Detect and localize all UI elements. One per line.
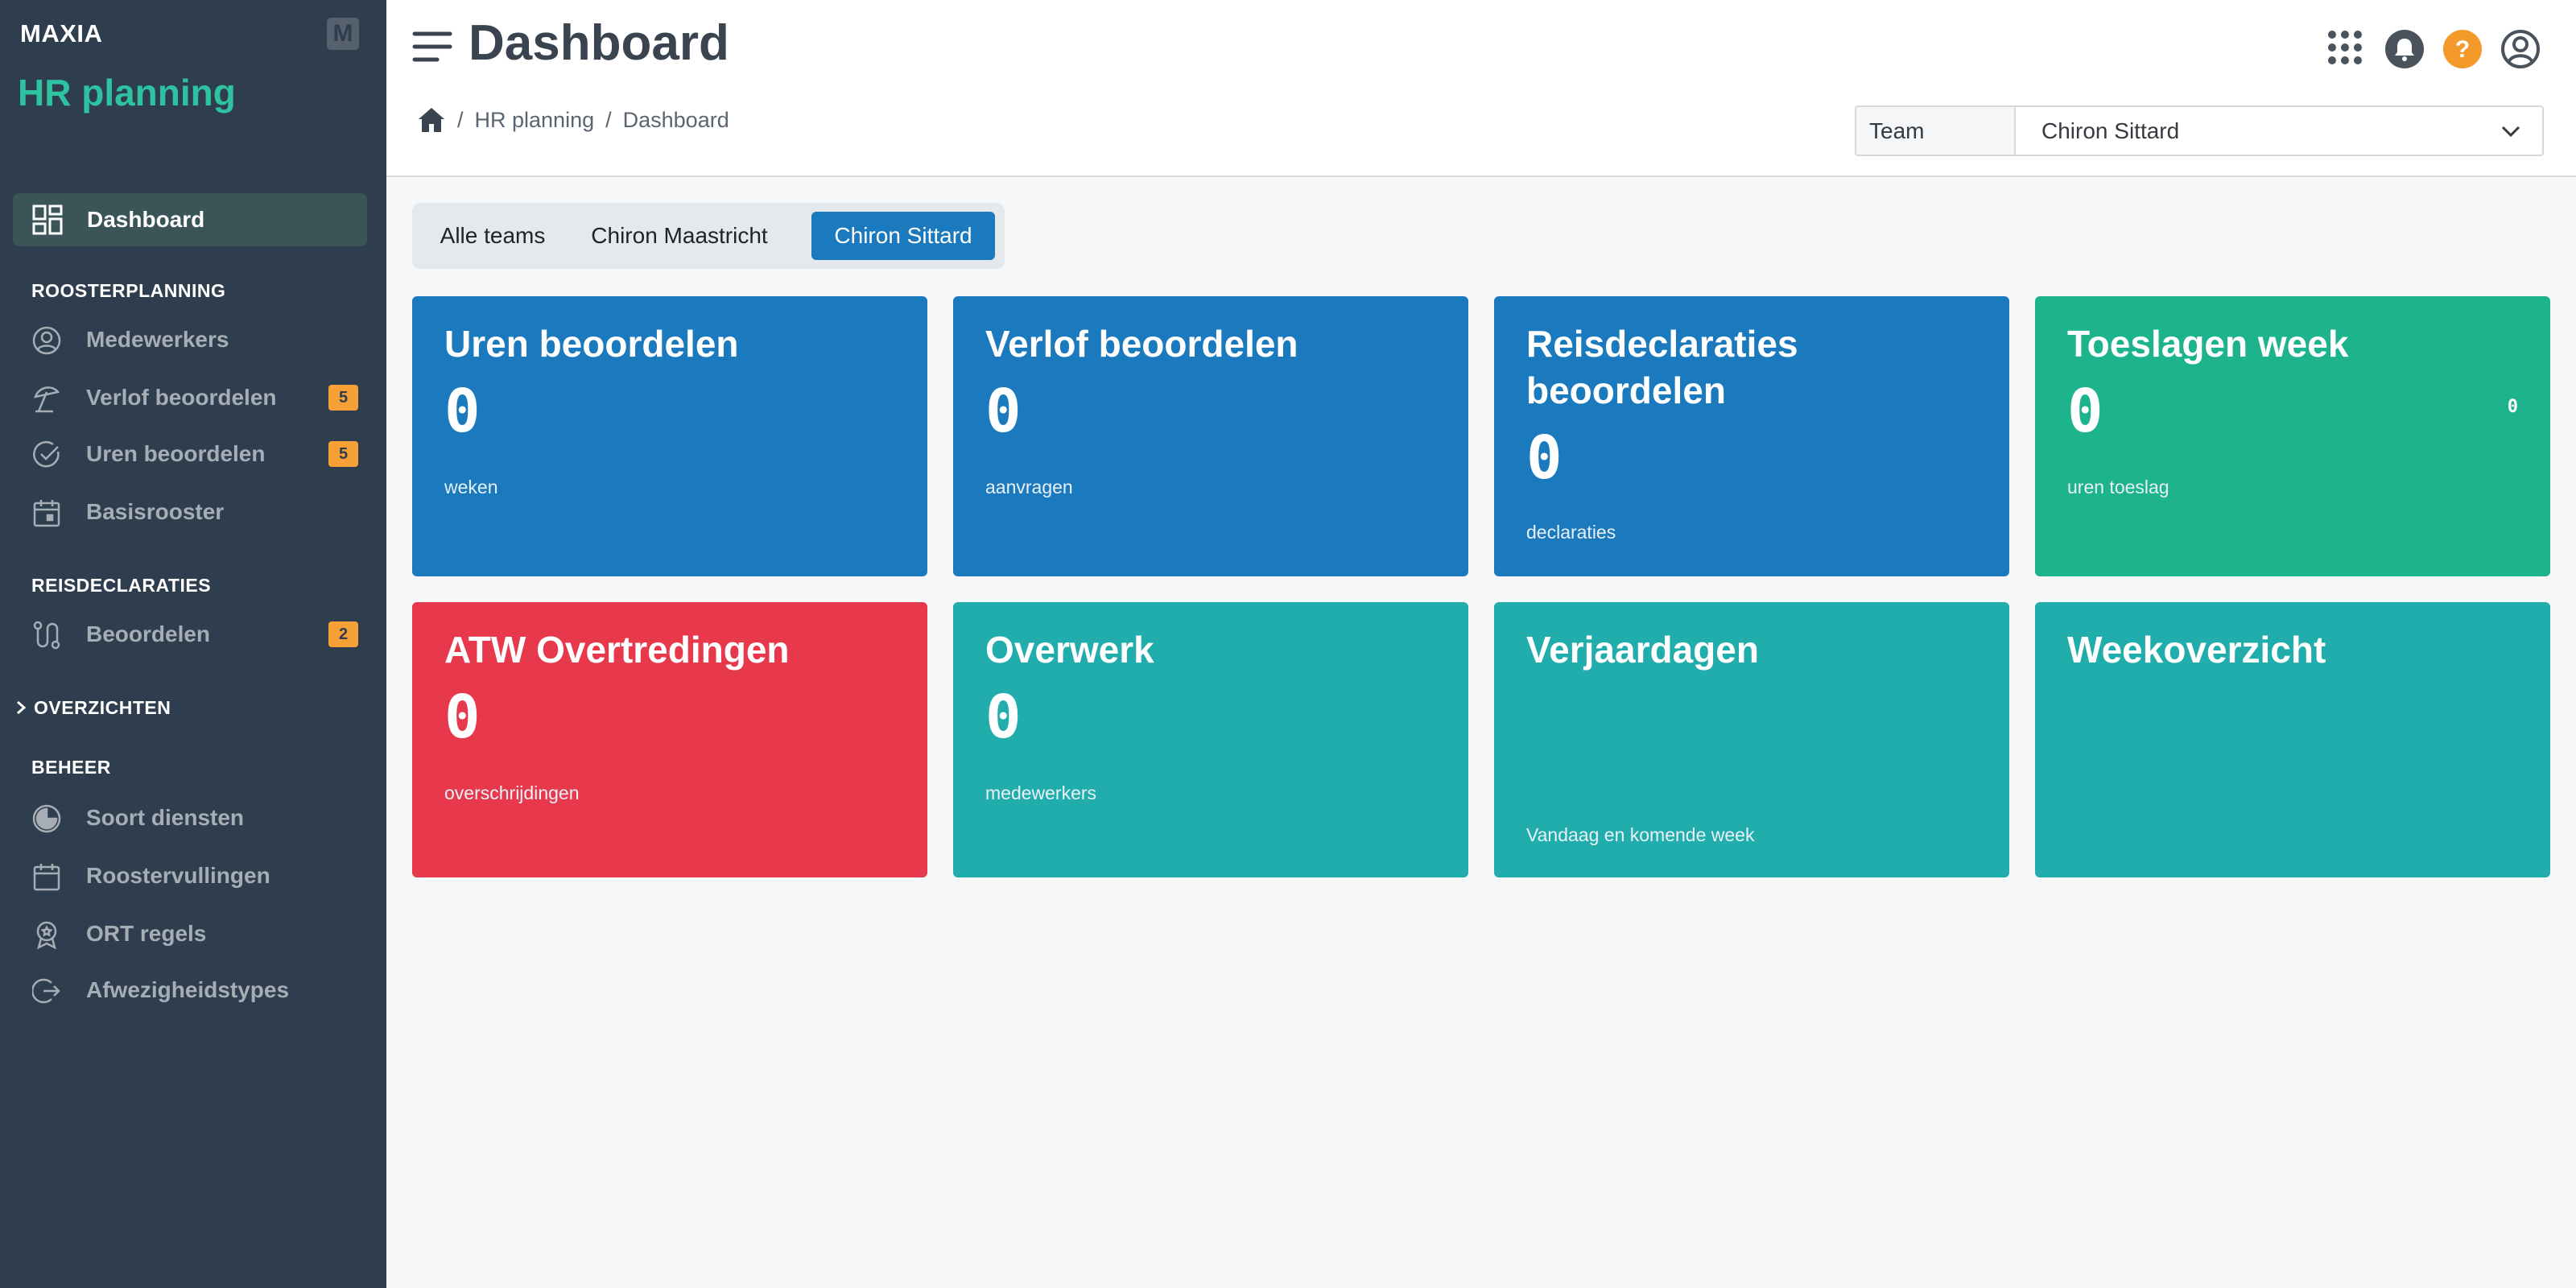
- bell-icon[interactable]: [2384, 29, 2425, 69]
- card-value: 0: [985, 683, 1022, 752]
- app-name: HR planning: [18, 72, 236, 114]
- breadcrumb-separator: /: [457, 107, 464, 132]
- sidebar-item-afwezigheidstypes[interactable]: Afwezigheidstypes: [0, 966, 386, 1014]
- section-reisdeclaraties: REISDECLARATIES: [31, 575, 212, 596]
- card-unit: uren toeslag: [2067, 477, 2169, 497]
- menu-icon[interactable]: [412, 31, 452, 63]
- section-roosterplanning: ROOSTERPLANNING: [31, 280, 226, 301]
- apps-grid-icon[interactable]: [2326, 29, 2363, 66]
- card-unit: weken: [444, 477, 498, 497]
- count-badge: 5: [328, 385, 358, 411]
- sidebar-item-label: Beoordelen: [86, 621, 211, 646]
- card-unit: Vandaag en komende week: [1526, 824, 1755, 845]
- count-badge: 2: [328, 621, 358, 647]
- card-verjaardagen[interactable]: Verjaardagen Vandaag en komende week: [1494, 602, 2009, 877]
- exit-arrow-icon: [32, 978, 60, 1004]
- umbrella-beach-icon: [34, 386, 60, 413]
- team-tabs: Alle teams Chiron Maastricht Chiron Sitt…: [412, 203, 1005, 269]
- section-overzichten: OVERZICHTEN: [34, 696, 171, 718]
- sidebar-item-label: Basisrooster: [86, 499, 225, 524]
- card-atw-overtredingen[interactable]: ATW Overtredingen 0 overschrijdingen: [412, 602, 927, 877]
- sidebar-item-label: Uren beoordelen: [86, 441, 266, 466]
- card-title: Verjaardagen: [1526, 629, 1759, 671]
- calendar-icon: [33, 500, 60, 527]
- sidebar-item-label: Roostervullingen: [86, 863, 270, 888]
- check-circle-icon: [33, 441, 60, 468]
- svg-text:?: ?: [2455, 36, 2470, 63]
- card-secondary-value: 0: [2507, 397, 2518, 417]
- sidebar-item-basisrooster[interactable]: Basisrooster: [0, 488, 386, 536]
- card-value: 0: [985, 377, 1022, 446]
- section-overzichten-toggle[interactable]: OVERZICHTEN: [11, 694, 171, 721]
- sidebar-item-uren[interactable]: Uren beoordelen 5: [0, 430, 386, 478]
- sidebar-item-roostervullingen[interactable]: Roostervullingen: [0, 852, 386, 900]
- card-title: Uren beoordelen: [444, 323, 739, 365]
- card-title: ATW Overtredingen: [444, 629, 790, 671]
- breadcrumb-separator: /: [605, 107, 612, 132]
- card-title: Toeslagen week: [2067, 323, 2349, 365]
- sidebar-item-label: Soort diensten: [86, 805, 245, 830]
- team-select[interactable]: Team Chiron Sittard: [1855, 105, 2544, 156]
- card-verlof-beoordelen[interactable]: Verlof beoordelen 0 aanvragen: [953, 296, 1468, 576]
- award-icon: [36, 921, 57, 949]
- team-select-value[interactable]: Chiron Sittard: [2016, 107, 2542, 155]
- card-title: Overwerk: [985, 629, 1154, 671]
- home-icon[interactable]: [417, 106, 446, 134]
- section-beheer: BEHEER: [31, 757, 111, 778]
- sidebar-item-ort-regels[interactable]: ORT regels: [0, 910, 386, 958]
- card-reisdeclaraties-beoordelen[interactable]: Reisdeclaraties beoordelen 0 declaraties: [1494, 296, 2009, 576]
- sidebar: MAXIA M HR planning Dashboard ROOSTERPLA…: [0, 0, 386, 1288]
- card-title: Weekoverzicht: [2067, 629, 2326, 671]
- card-value: 0: [1526, 423, 1563, 493]
- brand-logo[interactable]: MAXIA: [20, 19, 102, 48]
- sidebar-item-verlof[interactable]: Verlof beoordelen 5: [0, 374, 386, 422]
- user-circle-icon: [32, 326, 61, 355]
- help-icon[interactable]: ?: [2442, 29, 2483, 69]
- chevron-down-icon: [2501, 126, 2520, 138]
- dashboard-grid-icon: [32, 204, 63, 235]
- page-title: Dashboard: [469, 15, 729, 71]
- card-title: Verlof beoordelen: [985, 323, 1298, 365]
- sidebar-item-beoordelen[interactable]: Beoordelen 2: [0, 610, 386, 658]
- sidebar-item-dashboard[interactable]: Dashboard: [13, 193, 367, 246]
- card-value: 0: [444, 683, 481, 752]
- moon-clock-icon: [32, 804, 61, 833]
- card-toeslagen-week[interactable]: Toeslagen week 0 0 uren toeslag: [2035, 296, 2550, 576]
- card-unit: declaraties: [1526, 522, 1616, 543]
- breadcrumb: / HR planning / Dashboard: [417, 106, 729, 134]
- card-uren-beoordelen[interactable]: Uren beoordelen 0 weken: [412, 296, 927, 576]
- card-title: Reisdeclaraties beoordelen: [1526, 323, 1798, 411]
- breadcrumb-hr-planning[interactable]: HR planning: [475, 108, 595, 133]
- sidebar-item-medewerkers[interactable]: Medewerkers: [0, 316, 386, 364]
- tab-chiron-maastricht[interactable]: Chiron Maastricht: [583, 212, 776, 260]
- team-selected-value: Chiron Sittard: [2041, 118, 2180, 143]
- sidebar-item-label: Dashboard: [87, 207, 205, 232]
- module-switch-icon[interactable]: M: [327, 18, 359, 50]
- card-unit: aanvragen: [985, 477, 1073, 497]
- count-badge: 5: [328, 441, 358, 467]
- sidebar-item-label: Verlof beoordelen: [86, 385, 277, 410]
- card-unit: medewerkers: [985, 782, 1097, 803]
- card-overwerk[interactable]: Overwerk 0 medewerkers: [953, 602, 1468, 877]
- card-weekoverzicht[interactable]: Weekoverzicht: [2035, 602, 2550, 877]
- team-label: Team: [1856, 107, 2016, 155]
- tab-chiron-sittard[interactable]: Chiron Sittard: [811, 212, 995, 260]
- card-value: 0: [444, 377, 481, 446]
- card-value: 0: [2067, 377, 2103, 446]
- card-unit: overschrijdingen: [444, 782, 580, 803]
- sidebar-item-label: ORT regels: [86, 921, 207, 946]
- route-icon: [33, 621, 60, 650]
- chevron-right-icon: [17, 700, 27, 715]
- user-account-icon[interactable]: [2500, 29, 2541, 69]
- sidebar-item-label: Medewerkers: [86, 327, 229, 352]
- top-header: Dashboard / HR planning / Dashboard ? Te…: [386, 0, 2576, 177]
- tab-alle-teams[interactable]: Alle teams: [412, 212, 573, 260]
- breadcrumb-dashboard: Dashboard: [622, 107, 729, 132]
- sidebar-item-label: Afwezigheidstypes: [86, 977, 290, 1002]
- calendar-empty-icon: [33, 864, 60, 891]
- sidebar-item-soort-diensten[interactable]: Soort diensten: [0, 794, 386, 842]
